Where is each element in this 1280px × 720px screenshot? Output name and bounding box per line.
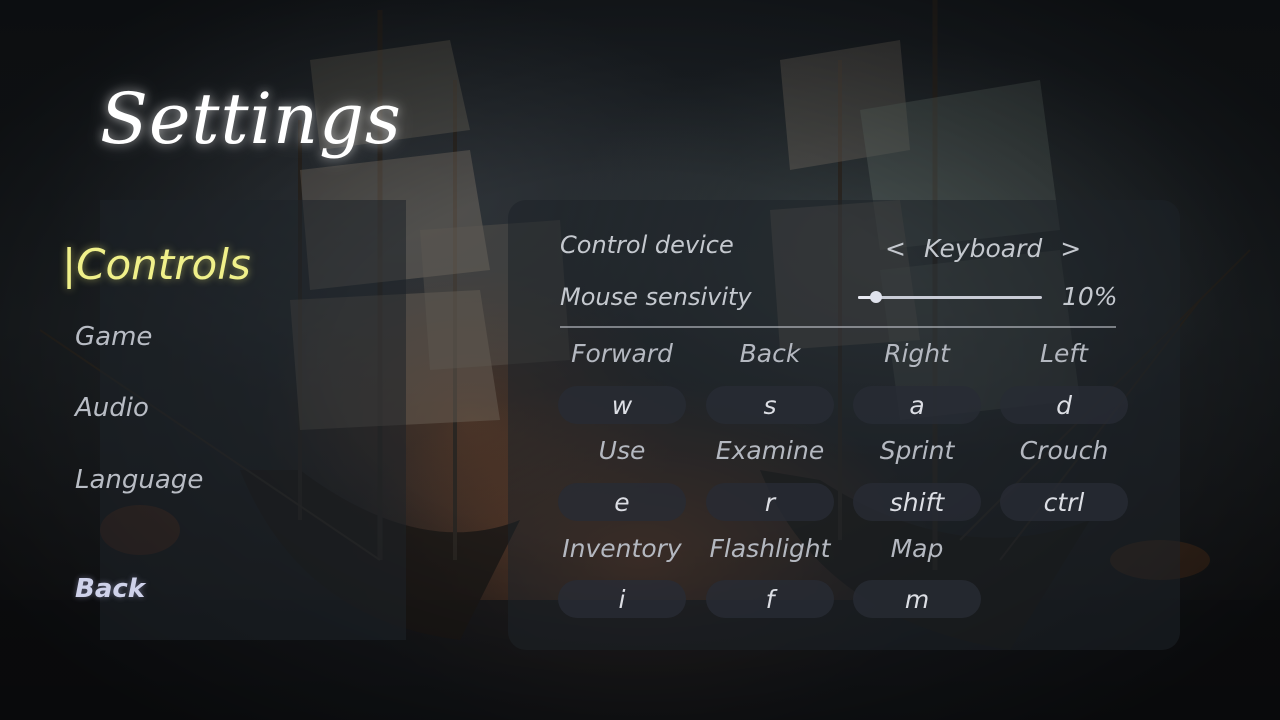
binding-label-right: Right <box>884 339 950 368</box>
binding-key-crouch[interactable]: ctrl <box>1000 483 1128 521</box>
chevron-left-icon[interactable]: < <box>885 234 906 263</box>
page-title: Settings <box>100 78 402 160</box>
binding-label-map: Map <box>890 534 944 563</box>
control-device-value: Keyboard <box>923 233 1043 263</box>
mouse-sensitivity-label: Mouse sensivity <box>560 283 752 311</box>
slider-track <box>858 296 1042 299</box>
menu-item-audio[interactable]: Audio <box>75 393 149 423</box>
binding-key-sprint[interactable]: shift <box>853 483 981 521</box>
binding-key-right[interactable]: a <box>853 386 981 424</box>
binding-label-crouch: Crouch <box>1019 436 1109 465</box>
binding-key-forward[interactable]: w <box>558 386 686 424</box>
binding-key-examine[interactable]: r <box>706 483 834 521</box>
binding-label-back: Back <box>739 339 801 368</box>
back-button[interactable]: Back <box>75 574 145 604</box>
mouse-sensitivity-slider[interactable] <box>858 290 1042 304</box>
binding-label-sprint: Sprint <box>879 436 955 465</box>
binding-label-examine: Examine <box>715 436 825 465</box>
binding-key-left[interactable]: d <box>1000 386 1128 424</box>
binding-key-back[interactable]: s <box>706 386 834 424</box>
binding-label-forward: Forward <box>571 339 673 368</box>
control-device-selector: < Keyboard > <box>885 230 1081 266</box>
binding-label-use: Use <box>598 436 646 465</box>
chevron-right-icon[interactable]: > <box>1060 234 1081 263</box>
menu-item-game[interactable]: Game <box>75 322 152 352</box>
control-device-label: Control device <box>560 231 734 259</box>
divider <box>560 326 1116 328</box>
menu-item-controls[interactable]: |Controls <box>62 240 251 289</box>
menu-item-language[interactable]: Language <box>75 465 203 495</box>
mouse-sensitivity-value: 10% <box>1062 282 1118 311</box>
binding-key-use[interactable]: e <box>558 483 686 521</box>
binding-label-left: Left <box>1040 339 1088 368</box>
binding-label-inventory: Inventory <box>562 534 682 563</box>
binding-key-map[interactable]: m <box>853 580 981 618</box>
binding-key-inventory[interactable]: i <box>558 580 686 618</box>
binding-key-flashlight[interactable]: f <box>706 580 834 618</box>
slider-knob[interactable] <box>870 291 883 303</box>
binding-label-flashlight: Flashlight <box>709 534 831 563</box>
